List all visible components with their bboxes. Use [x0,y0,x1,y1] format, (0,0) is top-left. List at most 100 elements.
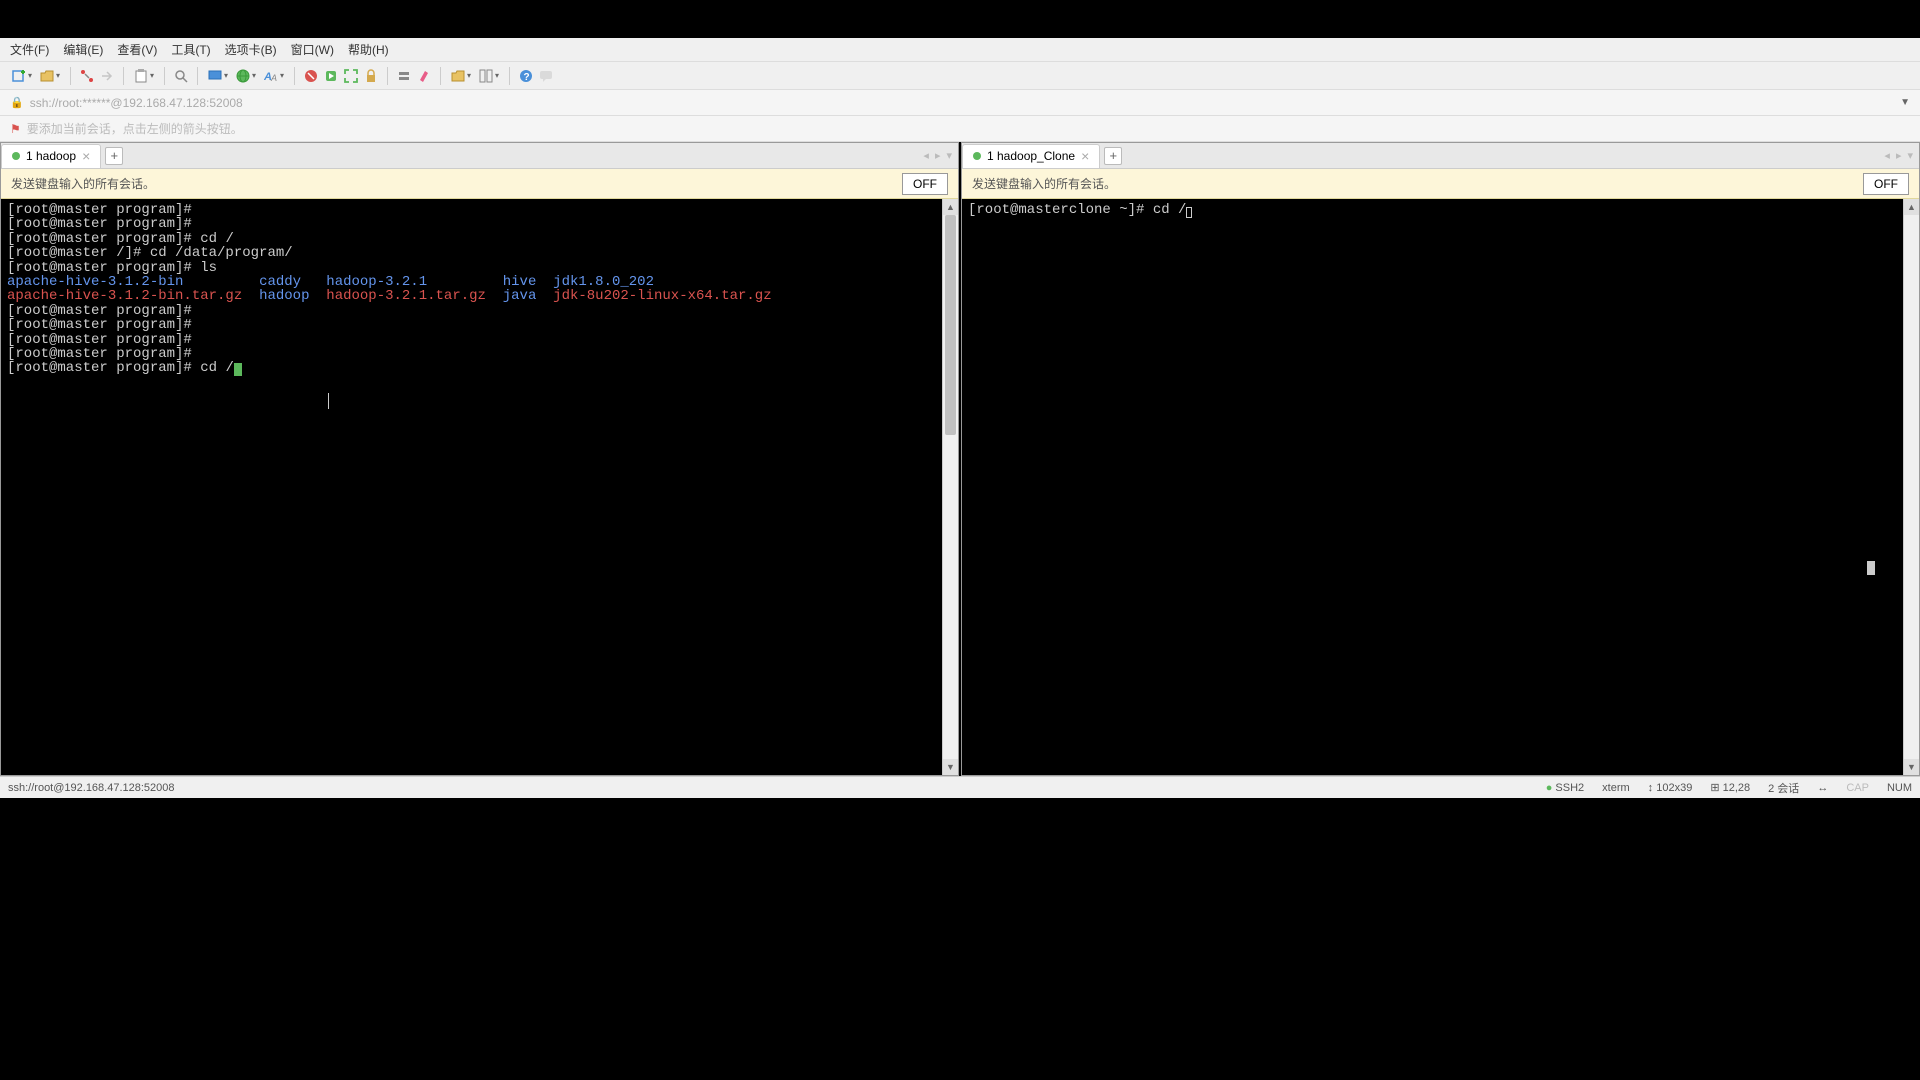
address-text[interactable]: ssh://root:******@192.168.47.128:52008 [30,96,1900,110]
status-dot-icon [12,152,20,160]
server-icon[interactable] [396,68,412,84]
terminal-wrap-left: [root@master program]# [root@master prog… [1,199,958,775]
broadcast-bar-left: 发送键盘输入的所有会话。 OFF [1,169,958,199]
status-term: xterm [1602,782,1630,794]
highlight-icon[interactable] [416,68,432,84]
cursor-icon [234,363,242,376]
status-right: ● SSH2 xterm ↕ 102x39 ⊞ 12,28 2 会话 ↔ CAP… [1546,780,1912,796]
address-bar: 🔒 ssh://root:******@192.168.47.128:52008… [0,90,1920,116]
forward-icon[interactable] [99,68,115,84]
paste-icon[interactable] [132,68,156,84]
status-left: ssh://root@192.168.47.128:52008 [8,782,1546,794]
scroll-down-icon[interactable]: ▼ [943,759,958,775]
scrollbar-right[interactable]: ▲ ▼ [1903,199,1919,775]
separator [197,67,198,85]
scroll-thumb[interactable] [945,215,956,435]
terminal-right[interactable]: [root@masterclone ~]# cd / [962,199,1903,775]
scrollbar-left[interactable]: ▲ ▼ [942,199,958,775]
status-sessions: 2 会话 [1768,780,1799,796]
scroll-track[interactable] [1904,215,1919,759]
fullscreen-icon[interactable] [343,68,359,84]
status-dot-icon [973,152,981,160]
hint-text: 要添加当前会话，点击左侧的箭头按钮。 [27,120,243,137]
flag-icon[interactable]: ⚑ [10,122,21,136]
tab-label: 1 hadoop_Clone [987,149,1075,163]
menu-tools[interactable]: 工具(T) [171,41,210,58]
broadcast-bar-right: 发送键盘输入的所有会话。 OFF [962,169,1919,199]
tab-nav: ◂ ▸ ▾ [923,149,952,162]
separator [164,67,165,85]
menu-view[interactable]: 查看(V) [117,41,157,58]
svg-text:?: ? [524,72,530,83]
title-bar [0,0,1920,38]
status-expand-icon[interactable]: ↔ [1817,782,1828,794]
menu-bar: 文件(F) 编辑(E) 查看(V) 工具(T) 选项卡(B) 窗口(W) 帮助(… [0,38,1920,62]
lock-small-icon: 🔒 [10,96,24,109]
tab-list-icon[interactable]: ▾ [1907,149,1913,162]
right-tabs: 1 hadoop_Clone × + ◂ ▸ ▾ [962,143,1919,169]
text-cursor-icon [328,393,329,409]
bottom-blackbar [0,798,1920,1080]
open-icon[interactable] [38,68,62,84]
scroll-up-icon[interactable]: ▲ [943,199,958,215]
separator [387,67,388,85]
reconnect-icon[interactable] [79,68,95,84]
tab-list-icon[interactable]: ▾ [946,149,952,162]
left-pane: 1 hadoop × + ◂ ▸ ▾ 发送键盘输入的所有会话。 OFF [roo… [0,142,959,776]
address-dropdown-icon[interactable]: ▼ [1900,97,1910,108]
tab-next-icon[interactable]: ▸ [935,149,941,162]
scroll-track[interactable] [943,215,958,759]
tab-prev-icon[interactable]: ◂ [923,149,929,162]
broadcast-text: 发送键盘输入的所有会话。 [972,175,1116,192]
tab-hadoop[interactable]: 1 hadoop × [1,144,101,168]
screen-icon[interactable] [206,68,230,84]
separator [509,67,510,85]
menu-help[interactable]: 帮助(H) [348,41,389,58]
tab-prev-icon[interactable]: ◂ [1884,149,1890,162]
scroll-down-icon[interactable]: ▼ [1904,759,1919,775]
add-tab-button[interactable]: + [105,147,123,165]
menu-file[interactable]: 文件(F) [10,41,49,58]
broadcast-toggle-button[interactable]: OFF [1863,173,1909,195]
find-icon[interactable] [173,68,189,84]
font-icon[interactable]: AA [262,68,286,84]
menu-options[interactable]: 选项卡(B) [225,41,277,58]
terminal-left[interactable]: [root@master program]# [root@master prog… [1,199,942,775]
separator [294,67,295,85]
add-tab-button[interactable]: + [1104,147,1122,165]
svg-text:A: A [270,73,277,83]
broadcast-toggle-button[interactable]: OFF [902,173,948,195]
status-position: ⊞ 12,28 [1710,781,1750,794]
separator [440,67,441,85]
scroll-up-icon[interactable]: ▲ [1904,199,1919,215]
layout-icon[interactable] [477,68,501,84]
go-icon[interactable] [323,68,339,84]
chat-icon[interactable] [538,68,554,84]
status-ssh: ● SSH2 [1546,782,1584,794]
tab-nav: ◂ ▸ ▾ [1884,149,1913,162]
status-cap: CAP [1846,782,1869,794]
folder-icon[interactable] [449,68,473,84]
separator [123,67,124,85]
help-icon[interactable]: ? [518,68,534,84]
close-icon[interactable]: × [82,149,90,163]
globe-icon[interactable] [234,68,258,84]
tab-next-icon[interactable]: ▸ [1896,149,1902,162]
idle-cursor-icon [1867,561,1875,575]
terminal-wrap-right: [root@masterclone ~]# cd / ▲ ▼ [962,199,1919,775]
toolbar: AA ? [0,62,1920,90]
tab-label: 1 hadoop [26,149,76,163]
hint-bar: ⚑ 要添加当前会话，点击左侧的箭头按钮。 [0,116,1920,142]
cursor-hollow-icon [1186,207,1192,218]
stop-icon[interactable] [303,68,319,84]
close-icon[interactable]: × [1081,149,1089,163]
status-bar: ssh://root@192.168.47.128:52008 ● SSH2 x… [0,776,1920,798]
left-tabs: 1 hadoop × + ◂ ▸ ▾ [1,143,958,169]
menu-edit[interactable]: 编辑(E) [63,41,103,58]
menu-window[interactable]: 窗口(W) [291,41,334,58]
tab-hadoop-clone[interactable]: 1 hadoop_Clone × [962,144,1100,168]
right-pane: 1 hadoop_Clone × + ◂ ▸ ▾ 发送键盘输入的所有会话。 OF… [961,142,1920,776]
panes-container: 1 hadoop × + ◂ ▸ ▾ 发送键盘输入的所有会话。 OFF [roo… [0,142,1920,776]
lock-icon[interactable] [363,68,379,84]
new-session-icon[interactable] [10,68,34,84]
